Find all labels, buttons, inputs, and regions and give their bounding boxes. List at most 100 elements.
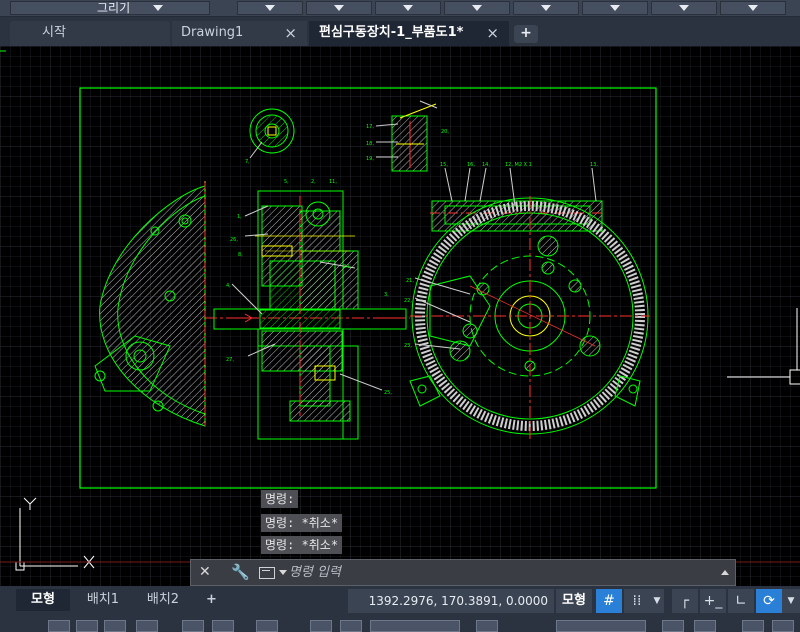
ribbon-dropdown-8[interactable] [720,1,786,15]
svg-text:21,: 21, [406,278,414,284]
chevron-down-icon [334,5,344,11]
svg-text:8,: 8, [238,252,243,258]
close-icon[interactable]: ✕ [199,564,211,580]
grid-toggle-icon[interactable]: # [596,589,622,613]
svg-text:7,: 7, [245,159,250,165]
command-history-line: 명령: *취소* [261,514,343,532]
draw-panel-dropdown[interactable]: 그리기 [10,1,210,15]
close-icon[interactable]: × [486,21,499,45]
command-history-line: 명령: *취소* [261,536,343,554]
command-prompt-icon[interactable] [259,567,275,579]
tab-start-label: 시작 [42,25,66,40]
tab-layout1[interactable]: 배치1 [74,589,132,611]
ribbon-dropdown-1[interactable] [237,1,303,15]
toolbar-icon[interactable] [76,620,98,632]
chevron-down-icon [403,5,413,11]
chevron-down-icon[interactable]: ▼ [782,589,800,613]
tab-model[interactable]: 모형 [16,589,70,611]
dynamic-input-icon[interactable]: +_ [700,589,726,613]
chevron-up-icon[interactable] [721,570,729,575]
ribbon-panel-strip: 그리기 [0,0,800,17]
toolbar-icon[interactable] [340,620,362,632]
svg-text:24,: 24, [343,264,351,270]
command-line: ✕ 🔧 [190,559,736,586]
chevron-down-icon[interactable] [279,570,287,575]
svg-text:23,: 23, [404,343,412,349]
drawing-canvas[interactable]: 7, 17, 18, 19, 20, 1, 26, 8, 4, 27, 25, 21, 22… [0,46,800,586]
toolbar-icon[interactable] [256,620,278,632]
chevron-down-icon [472,5,482,11]
bottom-toolbar-strip [0,616,800,632]
new-tab-button[interactable]: + [514,25,538,43]
toolbar-icon[interactable] [104,620,126,632]
ribbon-dropdown-5[interactable] [513,1,579,15]
svg-text:20,: 20, [441,129,449,135]
polar-tracking-icon[interactable]: ⟳ [756,589,782,613]
ribbon-dropdown-6[interactable] [582,1,648,15]
svg-text:15,: 15, [440,162,448,168]
status-bar: 모형 배치1 배치2 + 1392.2976, 170.3891, 0.0000… [0,586,800,616]
toolbar-icon[interactable] [694,620,716,632]
svg-text:1,: 1, [237,214,242,220]
toolbar-icon[interactable] [556,620,646,632]
tab-start[interactable]: 시작 [10,21,170,46]
toolbar-icon[interactable] [772,620,794,632]
detail-gear-view [249,108,295,154]
toolbar-icon[interactable] [370,620,460,632]
svg-text:13,: 13, [590,162,598,168]
toolbar-icon[interactable] [662,620,684,632]
ortho-mode-icon[interactable]: ∟ [728,589,754,613]
svg-text:16,: 16, [467,162,475,168]
command-history-line: 명령: [261,490,299,508]
chevron-down-icon [679,5,689,11]
toolbar-icon[interactable] [310,620,332,632]
tab-drawing1[interactable]: Drawing1 × [172,21,307,46]
tab-layout2[interactable]: 배치2 [134,589,192,611]
svg-text:5,: 5, [284,179,289,185]
svg-text:2,: 2, [311,179,316,185]
close-icon[interactable]: × [284,21,297,45]
wrench-icon[interactable]: 🔧 [231,563,250,581]
toolbar-icon[interactable] [48,620,70,632]
chevron-down-icon [265,5,275,11]
ribbon-dropdown-4[interactable] [444,1,510,15]
add-layout-button[interactable]: + [198,589,220,611]
chevron-down-icon [541,5,551,11]
tab-active-drawing[interactable]: 편심구동장치-1_부품도1* × [309,21,509,46]
model-space-drawing: 7, 17, 18, 19, 20, 1, 26, 8, 4, 27, 25, 21, 22… [0,46,800,586]
coordinate-readout[interactable]: 1392.2976, 170.3891, 0.0000 [348,589,554,613]
svg-text:3,: 3, [384,292,389,298]
svg-text:18,: 18, [366,141,374,147]
ribbon-dropdown-2[interactable] [306,1,372,15]
toolbar-icon[interactable] [742,620,764,632]
tab-active-label: 편심구동장치-1_부품도1* [319,25,464,40]
svg-text:22,: 22, [404,298,412,304]
svg-text:14,: 14, [482,162,490,168]
snap-mode-icon[interactable]: ⁞⁞ [624,589,650,613]
svg-text:26,: 26, [230,237,238,243]
chevron-down-icon [610,5,620,11]
ribbon-dropdown-3[interactable] [375,1,441,15]
model-space-button[interactable]: 모형 [556,589,592,613]
toolbar-icon[interactable] [136,620,158,632]
svg-text:4,: 4, [226,283,231,289]
toolbar-icon[interactable] [182,620,204,632]
tab-drawing1-label: Drawing1 [181,25,244,40]
svg-text:12, M2 X 1: 12, M2 X 1 [505,162,532,168]
command-input[interactable] [289,562,709,583]
draw-panel-label: 그리기 [97,1,131,15]
svg-text:27,: 27, [226,357,234,363]
toolbar-icon[interactable] [476,620,498,632]
chevron-down-icon [153,5,163,11]
autocad-window: 그리기 시작 Drawing1 × 편심구동장치-1_부품도1* × + 7, … [0,0,800,632]
chevron-down-icon [748,5,758,11]
svg-text:17,: 17, [366,124,374,130]
infer-constraints-icon[interactable]: ┌ [672,589,698,613]
svg-text:25,: 25, [384,390,392,396]
chevron-down-icon[interactable]: ▼ [650,589,664,613]
svg-text:11,: 11, [329,179,337,185]
toolbar-icon[interactable] [212,620,234,632]
svg-text:19,: 19, [366,156,374,162]
file-tab-bar: 시작 Drawing1 × 편심구동장치-1_부품도1* × + [0,17,800,46]
ribbon-dropdown-7[interactable] [651,1,717,15]
